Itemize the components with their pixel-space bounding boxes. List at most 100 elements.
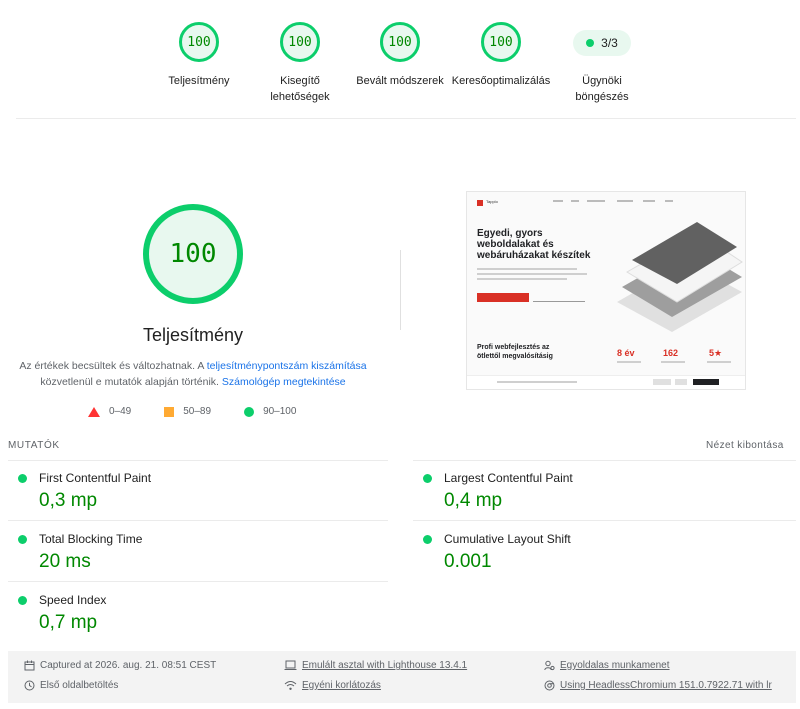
pass-dot-icon <box>586 39 595 47</box>
metric-name: Speed Index <box>39 593 107 607</box>
pass-circle-icon <box>18 596 27 605</box>
laptop-icon <box>284 660 297 670</box>
metric-value: 0.001 <box>444 551 492 572</box>
initial-load-text: Első oldalbetöltés <box>40 680 119 691</box>
thumbnail-stat: 5★ <box>709 348 723 358</box>
captured-at: Captured at 2026. aug. 21. 08:51 CEST <box>24 660 216 671</box>
agentic-score: 3/3 <box>601 36 618 50</box>
description-text: közvetlenül e mutatók alapján történik. <box>40 376 222 388</box>
performance-score-gauge[interactable]: 100 <box>179 22 219 62</box>
agentic-browsing-badge[interactable]: 3/3 <box>573 30 631 56</box>
hero-line: webáruházakat készítek <box>477 250 591 261</box>
legend-fail: 0–49 <box>88 406 131 417</box>
session-text: Egyoldalas munkamenet <box>560 660 670 671</box>
thumbnail-nav-link <box>643 200 655 202</box>
hero-line: Egyedi, gyors <box>477 228 543 239</box>
pass-circle-icon <box>423 474 432 483</box>
captured-text: Captured at 2026. aug. 21. 08:51 CEST <box>40 660 217 671</box>
metric-name: First Contentful Paint <box>39 471 152 485</box>
performance-score: 100 <box>143 204 243 304</box>
metric-divider <box>413 460 796 461</box>
emulated-device[interactable]: Emulált asztal with Lighthouse 13.4.1 <box>284 660 467 671</box>
performance-main-gauge: 100 <box>143 204 243 304</box>
calculator-link[interactable]: Számológép megtekintése <box>222 376 346 388</box>
category-agentic-browsing[interactable]: 3/3 Ügynöki böngészés <box>547 22 657 105</box>
metric-divider <box>8 460 388 461</box>
metric-value: 20 ms <box>39 551 91 572</box>
description-text: Az értékek becsültek és változhatnak. A <box>19 360 207 372</box>
metric-divider <box>8 520 388 521</box>
metrics-heading: MUTATÓK <box>8 440 60 451</box>
thumbnail-bar-button <box>675 379 687 385</box>
browser-text: Using HeadlessChromium 151.0.7922.71 wit… <box>560 680 772 691</box>
category-label-line: Bevált módszerek <box>356 75 444 87</box>
expand-view-toggle[interactable]: Nézet kibontása <box>706 440 784 451</box>
legend-average: 50–89 <box>164 406 211 417</box>
thumbnail-nav-link <box>617 200 633 202</box>
thumbnail-bar-button <box>653 379 671 385</box>
legend-label: 0–49 <box>109 406 132 417</box>
category-label-line: Teljesítmény <box>168 75 230 87</box>
category-performance[interactable]: 100 Teljesítmény <box>144 22 254 89</box>
thumbnail-cookie-bar <box>467 375 745 389</box>
pass-circle-icon <box>423 535 432 544</box>
performance-description: Az értékek becsültek és változhatnak. A … <box>0 358 386 390</box>
thumbnail-mockup-illustration <box>617 222 743 332</box>
category-accessibility[interactable]: 100 Kisegítő lehetőségek <box>245 22 355 105</box>
vertical-divider <box>400 250 401 330</box>
runtime-settings-footer: Captured at 2026. aug. 21. 08:51 CEST Em… <box>8 651 796 703</box>
thumbnail-bar-button <box>693 379 719 385</box>
category-best-practices[interactable]: 100 Bevált módszerek <box>345 22 455 89</box>
metric-divider <box>8 581 388 582</box>
fail-triangle-icon <box>88 406 100 417</box>
person-icon <box>544 660 555 671</box>
category-label-line: Kisegítő <box>280 75 320 87</box>
thumbnail-stat-caption <box>617 361 641 363</box>
site-logo-text: Tapplo <box>486 199 498 204</box>
category-label-line: Ügynöki <box>582 75 622 87</box>
thumbnail-paragraph <box>477 273 587 275</box>
thumbnail-paragraph <box>477 268 577 270</box>
category-label: Bevált módszerek <box>345 73 455 89</box>
calendar-icon <box>24 660 35 671</box>
seo-score-gauge[interactable]: 100 <box>481 22 521 62</box>
metric-name: Total Blocking Time <box>39 532 143 546</box>
performance-title: Teljesítmény <box>142 325 244 345</box>
thumbnail-secondary-button <box>533 293 585 302</box>
accessibility-score-gauge[interactable]: 100 <box>280 22 320 62</box>
metric-divider <box>413 520 796 521</box>
hero-line: weboldalakat és <box>477 239 554 250</box>
thumbnail-nav-link <box>553 200 563 202</box>
legend-label: 90–100 <box>263 406 297 417</box>
session-type[interactable]: Egyoldalas munkamenet <box>544 660 670 671</box>
throttling-setting[interactable]: Egyéni korlátozás <box>284 680 381 691</box>
thumbnail-nav-link <box>665 200 673 202</box>
legend-pass: 90–100 <box>244 406 296 417</box>
category-label-line: lehetőségek <box>270 91 330 103</box>
thumbnail-stat-caption <box>661 361 685 363</box>
category-seo[interactable]: 100 Keresőoptimalizálás <box>446 22 556 89</box>
pass-circle-icon <box>18 474 27 483</box>
pass-circle-icon <box>244 406 255 417</box>
category-summary: 100 Teljesítmény 100 Kisegítő lehetősége… <box>0 0 800 120</box>
legend-label: 50–89 <box>183 406 212 417</box>
divider <box>16 118 796 119</box>
thumbnail-stat-caption <box>707 361 731 363</box>
score-legend: 0–49 50–89 90–100 <box>88 406 329 417</box>
metric-name: Largest Contentful Paint <box>444 471 573 485</box>
thumbnail-nav-link <box>571 200 579 202</box>
metric-value: 0,3 mp <box>39 490 98 511</box>
category-label: Kisegítő lehetőségek <box>245 73 355 105</box>
category-label: Ügynöki böngészés <box>547 73 657 105</box>
best-practices-score-gauge[interactable]: 100 <box>380 22 420 62</box>
score-calculation-link[interactable]: teljesítménypontszám kiszámítása <box>207 360 367 372</box>
category-label-line: Keresőoptimalizálás <box>451 75 551 87</box>
metric-value: 0,7 mp <box>39 612 98 633</box>
browser-version[interactable]: Using HeadlessChromium 151.0.7922.71 wit… <box>544 680 772 691</box>
category-label-line: böngészés <box>575 91 629 103</box>
final-screenshot[interactable]: Tapplo Egyedi, gyors weboldalakat és web… <box>466 191 746 390</box>
site-logo-icon <box>477 200 483 206</box>
emulated-text: Emulált asztal with Lighthouse 13.4.1 <box>302 660 468 671</box>
thumbnail-nav-link <box>587 200 605 202</box>
metric-value: 0,4 mp <box>444 490 503 511</box>
